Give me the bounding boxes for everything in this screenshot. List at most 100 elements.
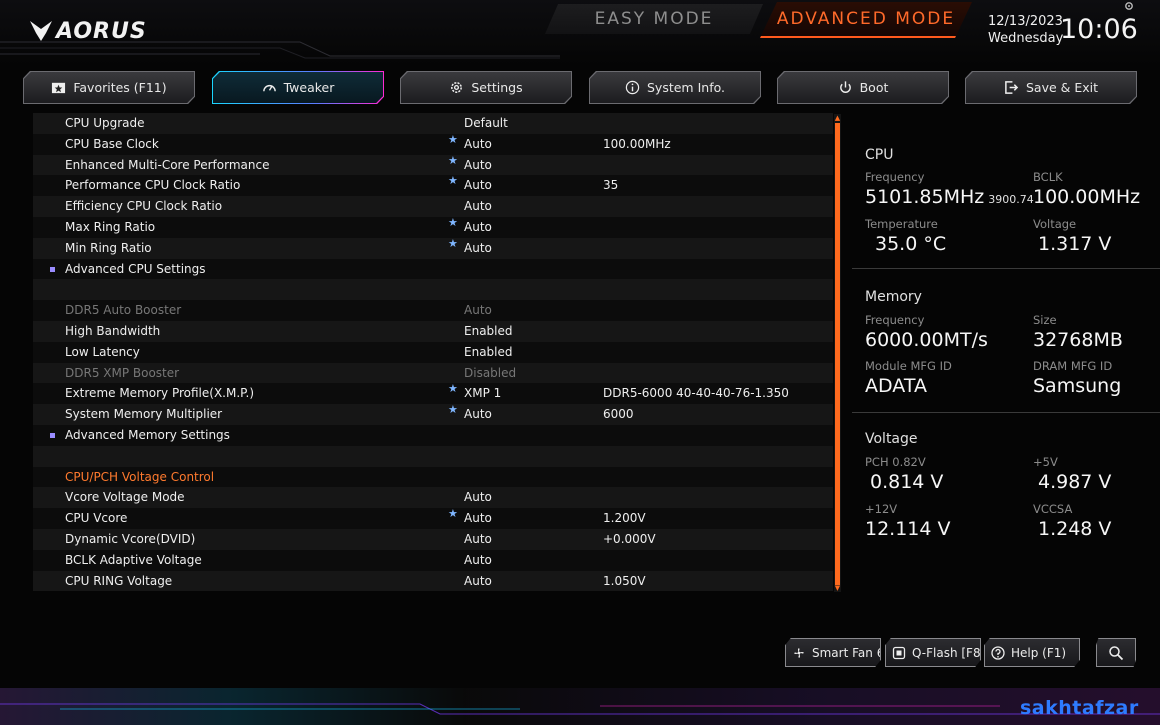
help-button[interactable]: Help (F1) xyxy=(984,638,1080,667)
setting-row[interactable]: Enhanced Multi-Core Performance ★ Auto xyxy=(33,154,833,176)
submenu-item[interactable]: Advanced Memory Settings xyxy=(33,424,833,446)
module-mfg-value: ADATA xyxy=(865,375,927,397)
easy-mode-label: EASY MODE xyxy=(594,9,714,29)
setting-row: DDR5 XMP Booster Disabled xyxy=(33,362,833,384)
setting-row[interactable]: Vcore Voltage Mode Auto xyxy=(33,487,833,509)
setting-label: CPU Upgrade xyxy=(65,116,145,130)
dram-mfg-value: Samsung xyxy=(1033,375,1122,397)
setting-label: Min Ring Ratio xyxy=(65,240,152,255)
qflash-button[interactable]: Q-Flash [F8] xyxy=(885,638,981,667)
dram-mfg-label: DRAM MFG ID xyxy=(1033,359,1113,373)
setting-label: Efficiency CPU Clock Ratio xyxy=(65,199,223,214)
memory-section-title: Memory xyxy=(865,289,922,305)
setting-value: XMP 1 xyxy=(464,386,502,401)
5v-label: +5V xyxy=(1033,455,1058,469)
setting-value: Auto xyxy=(464,199,492,214)
setting-row[interactable]: CPU Base Clock ★ Auto 100.00MHz xyxy=(33,133,833,155)
setting-label: Advanced Memory Settings xyxy=(65,427,230,442)
aorus-logo: AORUS xyxy=(28,18,147,44)
setting-row[interactable]: BCLK Adaptive Voltage Auto xyxy=(33,549,833,571)
setting-value: Auto xyxy=(464,531,492,546)
setting-label: CPU Vcore xyxy=(65,511,128,526)
smart-fan-button[interactable]: Smart Fan 6 [F6] xyxy=(785,638,881,667)
setting-row[interactable]: Dynamic Vcore(DVID) Auto +0.000V xyxy=(33,528,833,550)
setting-label: DDR5 Auto Booster xyxy=(65,303,182,318)
setting-row[interactable]: Low Latency Enabled xyxy=(33,341,833,363)
setting-row[interactable]: Efficiency CPU Clock Ratio Auto xyxy=(33,196,833,217)
weekday-text: Wednesday xyxy=(988,31,1064,46)
setting-value: Auto xyxy=(464,573,492,588)
setting-label: Enhanced Multi-Core Performance xyxy=(65,157,270,172)
favorite-star-icon[interactable]: ★ xyxy=(448,130,458,151)
setting-label: CPU RING Voltage xyxy=(65,573,173,588)
setting-row[interactable]: CPU Vcore ★ Auto 1.200V xyxy=(33,507,833,529)
tab-tweaker[interactable]: Tweaker xyxy=(213,72,383,103)
setting-value: Auto xyxy=(464,157,492,172)
favorite-star-icon[interactable]: ★ xyxy=(448,400,458,421)
setting-label: CPU Base Clock xyxy=(65,136,159,151)
header-bar: AORUS EASY MODE ADVANCED MODE 12/13/2023… xyxy=(0,0,1160,65)
setting-current-value: 100.00MHz xyxy=(603,136,671,151)
setting-row[interactable]: Performance CPU Clock Ratio ★ Auto 35 xyxy=(33,174,833,197)
scroll-up-arrow-icon[interactable]: ▲ xyxy=(834,115,841,122)
setting-label: BCLK Adaptive Voltage xyxy=(65,552,202,567)
advanced-mode-button[interactable]: ADVANCED MODE xyxy=(760,2,972,38)
tab-label: Favorites (F11) xyxy=(73,80,167,95)
section-divider xyxy=(852,412,1160,413)
tab-label: Settings xyxy=(471,80,523,95)
setting-row[interactable]: Max Ring Ratio ★ Auto xyxy=(33,216,833,238)
star-icon xyxy=(52,82,66,94)
setting-row[interactable]: CPU RING Voltage Auto 1.050V xyxy=(33,570,833,592)
setting-current-value: 35 xyxy=(603,178,619,193)
tab-boot[interactable]: Boot xyxy=(778,72,948,103)
setting-value: Auto xyxy=(464,511,492,526)
clock: 10:06 xyxy=(1060,14,1138,45)
blank-row xyxy=(33,445,833,467)
gear-icon[interactable] xyxy=(1124,1,1134,11)
setting-row: DDR5 Auto Booster Auto xyxy=(33,300,833,321)
memory-size-value: 32768MB xyxy=(1033,329,1123,351)
setting-row[interactable]: High Bandwidth Enabled xyxy=(33,320,833,342)
gear-icon xyxy=(451,82,463,93)
hardware-monitor-panel: CPU Frequency 5101.85MHz 3900.74 BCLK 100… xyxy=(852,120,1160,560)
setting-row[interactable]: System Memory Multiplier ★ Auto 6000 xyxy=(33,403,833,425)
fan-icon xyxy=(794,647,804,658)
tab-favorites[interactable]: Favorites (F11) xyxy=(24,72,194,103)
tab-settings[interactable]: Settings xyxy=(401,72,571,103)
search-icon xyxy=(1109,645,1124,660)
submenu-item[interactable]: Advanced CPU Settings xyxy=(33,258,833,280)
setting-row[interactable]: Min Ring Ratio ★ Auto xyxy=(33,237,833,259)
tab-save-exit[interactable]: Save & Exit xyxy=(966,72,1136,103)
search-button[interactable] xyxy=(1096,638,1136,667)
setting-value: Auto xyxy=(464,552,492,567)
module-mfg-label: Module MFG ID xyxy=(865,359,952,373)
favorite-star-icon[interactable]: ★ xyxy=(448,379,458,400)
cpu-temperature-label: Temperature xyxy=(865,217,938,231)
advanced-mode-label: ADVANCED MODE xyxy=(776,9,956,29)
settings-list: CPU Upgrade Default CPU Base Clock ★ Auto 100… xyxy=(33,113,833,593)
favorite-star-icon[interactable]: ★ xyxy=(448,234,458,255)
tab-system-info[interactable]: System Info. xyxy=(590,72,760,103)
setting-label: Max Ring Ratio xyxy=(65,219,156,234)
setting-value: Auto xyxy=(464,136,492,151)
easy-mode-button[interactable]: EASY MODE xyxy=(545,4,763,34)
memory-frequency-label: Frequency xyxy=(865,313,925,327)
scrollbar-thumb[interactable] xyxy=(835,123,840,585)
setting-label: Vcore Voltage Mode xyxy=(65,490,185,505)
favorite-star-icon[interactable]: ★ xyxy=(448,504,458,525)
setting-value: Auto xyxy=(464,407,492,422)
qflash-label: Q-Flash [F8] xyxy=(912,645,981,660)
scroll-down-arrow-icon[interactable]: ▼ xyxy=(834,585,841,592)
date-text: 12/13/2023 xyxy=(988,14,1063,29)
5v-value: 4.987 V xyxy=(1038,471,1112,493)
favorite-star-icon[interactable]: ★ xyxy=(448,151,458,172)
tab-label: Save & Exit xyxy=(1025,80,1099,95)
setting-row[interactable]: CPU Upgrade Default xyxy=(33,113,833,134)
info-icon xyxy=(625,80,640,95)
submenu-bullet-icon xyxy=(50,432,55,438)
cpu-frequency-value: 5101.85MHz 3900.74 xyxy=(865,186,1034,208)
setting-row[interactable]: Extreme Memory Profile(X.M.P.) ★ XMP 1 DDR5… xyxy=(33,382,833,405)
favorite-star-icon[interactable]: ★ xyxy=(448,213,458,234)
setting-value: Disabled xyxy=(464,365,517,380)
favorite-star-icon[interactable]: ★ xyxy=(448,171,458,192)
